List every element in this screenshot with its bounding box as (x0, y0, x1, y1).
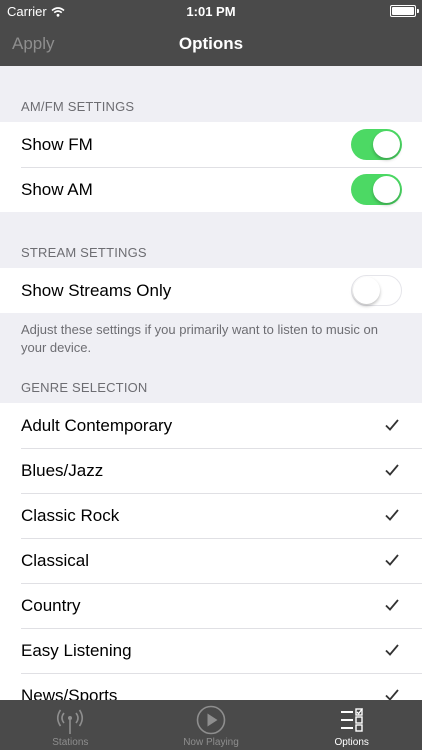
checkmark-icon (385, 554, 399, 566)
tab-options[interactable]: Options (281, 700, 422, 750)
checkmark-icon (385, 689, 399, 700)
show-am-toggle[interactable] (351, 174, 402, 205)
toggle-knob (373, 176, 400, 203)
battery-icon (390, 5, 419, 17)
genre-item-adult-contemporary[interactable]: Adult Contemporary (0, 403, 422, 448)
show-am-row: Show AM (0, 167, 422, 212)
section-header-amfm: AM/FM SETTINGS (21, 99, 135, 114)
genre-label: Classical (21, 550, 90, 570)
show-streams-only-toggle[interactable] (351, 275, 402, 306)
tab-label: Options (334, 737, 369, 748)
tab-now-playing[interactable]: Now Playing (141, 700, 282, 750)
checkmark-icon (385, 599, 399, 611)
section-header-stream: STREAM SETTINGS (21, 245, 147, 260)
stream-settings-footer: Adjust these settings if you primarily w… (21, 322, 378, 355)
options-list[interactable]: AM/FM SETTINGS Show FM Show AM STREAM SE… (0, 66, 422, 700)
genre-label: Easy Listening (21, 640, 132, 660)
genre-item-blues-jazz[interactable]: Blues/Jazz (0, 448, 422, 493)
genre-item-easy-listening[interactable]: Easy Listening (0, 628, 422, 673)
tab-stations[interactable]: Stations (0, 700, 141, 750)
checkmark-icon (385, 509, 399, 521)
genre-item-classic-rock[interactable]: Classic Rock (0, 493, 422, 538)
stream-settings-group: Show Streams Only (0, 268, 422, 313)
genre-item-news-sports[interactable]: News/Sports (0, 673, 422, 700)
genre-label: News/Sports (21, 685, 118, 701)
show-fm-toggle[interactable] (351, 129, 402, 160)
genre-label: Adult Contemporary (21, 415, 173, 435)
show-fm-row: Show FM (0, 122, 422, 167)
tab-bar: Stations Now Playing Options (0, 700, 422, 750)
genre-item-country[interactable]: Country (0, 583, 422, 628)
genre-label: Country (21, 595, 81, 615)
show-fm-label: Show FM (21, 134, 93, 154)
checkmark-icon (385, 419, 399, 431)
toggle-knob (373, 131, 400, 158)
show-streams-only-row: Show Streams Only (0, 268, 422, 313)
page-title: Options (178, 34, 244, 53)
show-am-label: Show AM (21, 179, 93, 199)
tab-label: Stations (52, 737, 89, 748)
amfm-settings-group: Show FM Show AM (0, 122, 422, 212)
genre-item-classical[interactable]: Classical (0, 538, 422, 583)
toggle-knob (353, 277, 380, 304)
genre-label: Classic Rock (21, 505, 120, 525)
status-bar: Carrier 1:01 PM (0, 0, 422, 22)
checkmark-icon (385, 464, 399, 476)
checkmark-icon (385, 644, 399, 656)
status-time: 1:01 PM (186, 4, 236, 19)
play-icon (196, 705, 226, 735)
navigation-bar: Apply Options (0, 22, 422, 66)
tab-label: Now Playing (183, 737, 239, 748)
genre-selection-group: Adult Contemporary Blues/Jazz Classic Ro… (0, 403, 422, 700)
antenna-icon (57, 709, 84, 734)
genre-label: Blues/Jazz (21, 460, 104, 480)
show-streams-only-label: Show Streams Only (21, 280, 172, 300)
options-list-icon (340, 708, 363, 732)
section-header-genre: GENRE SELECTION (21, 380, 148, 395)
